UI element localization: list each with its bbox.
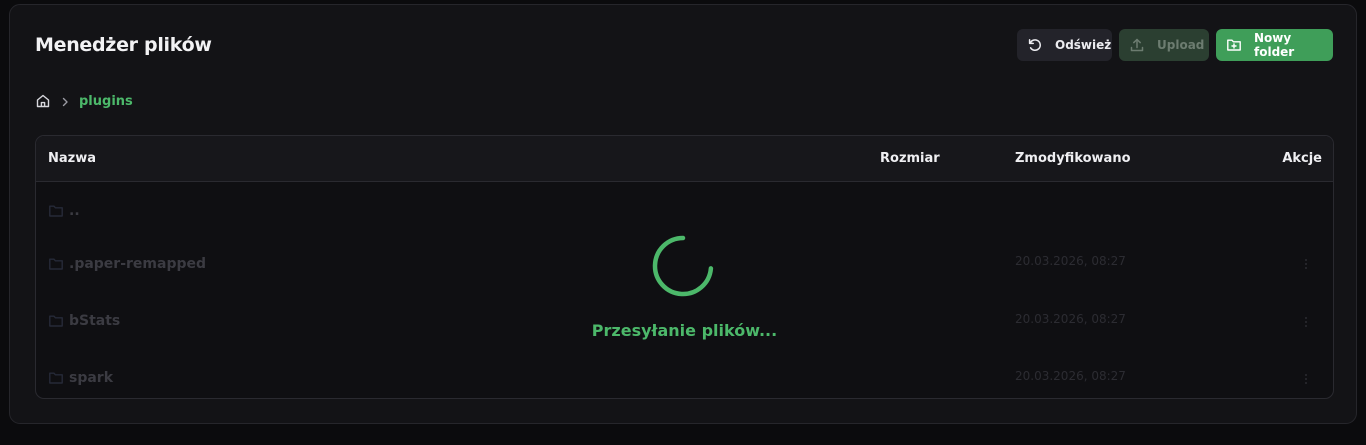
file-name-cell[interactable]: bStats — [48, 292, 120, 349]
new-folder-label: Nowy folder — [1254, 31, 1295, 59]
folder-plus-icon — [1226, 37, 1242, 53]
file-name: spark — [69, 369, 114, 386]
modified-date: 20.03.2026, 08:27 — [1015, 312, 1126, 326]
table-header: Nazwa Rozmiar Zmodyfikowano Akcje — [36, 136, 1333, 182]
column-size-header[interactable]: Rozmiar — [880, 151, 940, 166]
file-name-cell[interactable]: .. — [48, 182, 80, 239]
more-actions-icon[interactable] — [1300, 314, 1312, 330]
column-modified-header[interactable]: Zmodyfikowano — [1015, 151, 1131, 166]
table-row[interactable]: .paper-remapped 20.03.2026, 08:27 — [36, 235, 1333, 292]
modified-date: 20.03.2026, 08:27 — [1015, 369, 1126, 383]
toolbar: Odśwież Upload Nowy folder — [1017, 29, 1333, 61]
file-name: .. — [69, 202, 80, 219]
file-name: bStats — [69, 312, 121, 329]
breadcrumb-current[interactable]: plugins — [79, 94, 133, 109]
home-icon[interactable] — [35, 93, 51, 109]
table-row[interactable]: .. — [36, 182, 1333, 239]
folder-icon — [49, 205, 63, 217]
file-name-cell[interactable]: spark — [48, 349, 114, 398]
table-row[interactable]: bStats 20.03.2026, 08:27 — [36, 292, 1333, 349]
file-name: .paper-remapped — [69, 255, 207, 272]
folder-icon — [49, 258, 63, 270]
breadcrumb: plugins — [35, 91, 133, 111]
table-row[interactable]: spark 20.03.2026, 08:27 — [36, 349, 1333, 398]
upload-label: Upload — [1157, 38, 1205, 52]
more-actions-icon[interactable] — [1300, 371, 1312, 387]
upload-icon — [1129, 37, 1145, 53]
column-name-header[interactable]: Nazwa — [48, 151, 96, 166]
folder-icon — [49, 315, 63, 327]
file-table: Nazwa Rozmiar Zmodyfikowano Akcje .. .pa… — [35, 135, 1334, 399]
folder-icon — [49, 372, 63, 384]
chevron-right-icon — [61, 92, 69, 111]
modified-date: 20.03.2026, 08:27 — [1015, 254, 1126, 268]
refresh-button[interactable]: Odśwież — [1017, 29, 1112, 61]
column-actions-header: Akcje — [1282, 151, 1322, 166]
refresh-icon — [1027, 37, 1043, 53]
table-body: .. .paper-remapped 20.03.2026, 08:27 bSt… — [36, 182, 1333, 398]
file-manager-panel: Menedżer plików Odśwież Upload Nowy fold… — [9, 4, 1357, 424]
page-title: Menedżer plików — [35, 34, 212, 56]
file-name-cell[interactable]: .paper-remapped — [48, 235, 206, 292]
new-folder-button[interactable]: Nowy folder — [1216, 29, 1333, 61]
more-actions-icon[interactable] — [1300, 256, 1312, 272]
upload-button[interactable]: Upload — [1119, 29, 1209, 61]
refresh-label: Odśwież — [1055, 38, 1112, 52]
